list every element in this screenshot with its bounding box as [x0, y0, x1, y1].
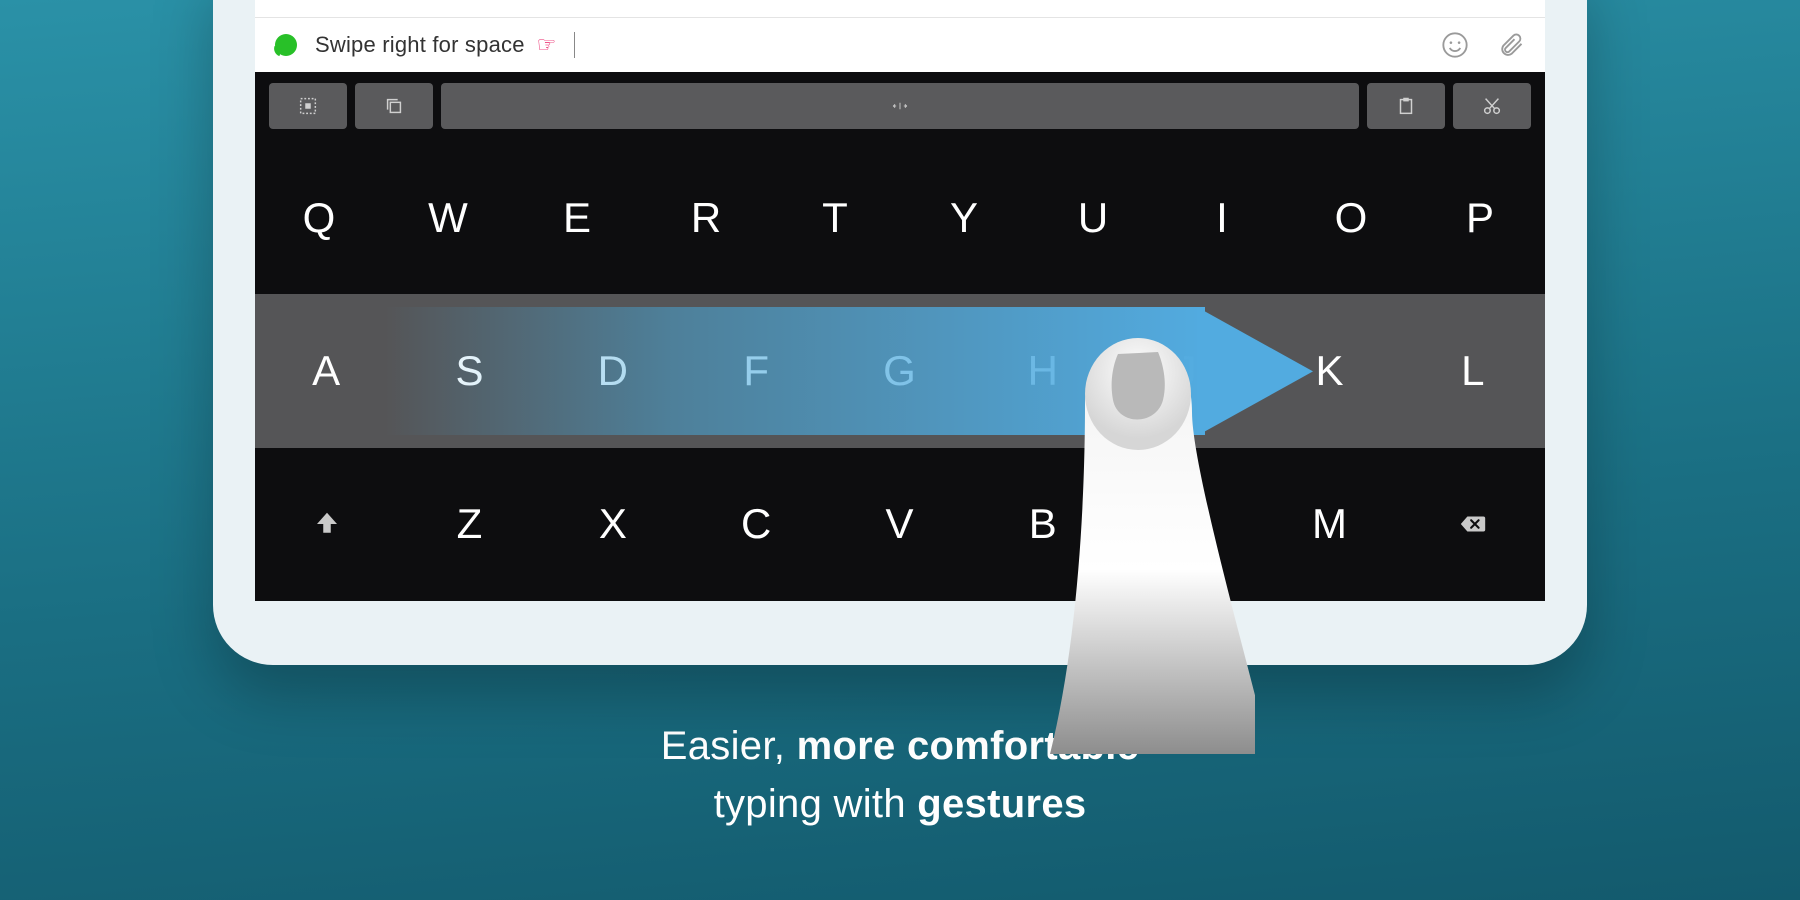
emoji-icon[interactable]	[1441, 31, 1469, 59]
backspace-key[interactable]	[1402, 448, 1545, 601]
paperclip-icon[interactable]	[1497, 31, 1525, 59]
key-p[interactable]: P	[1416, 141, 1545, 294]
paste-button[interactable]	[1367, 83, 1445, 129]
tablet-frame: Swipe right for space ☞	[213, 0, 1587, 665]
key-a[interactable]: A	[255, 294, 398, 447]
key-z[interactable]: Z	[398, 448, 541, 601]
keyboard-toolbar	[255, 72, 1545, 141]
app-content-area	[255, 0, 1545, 17]
key-k[interactable]: K	[1258, 294, 1401, 447]
key-q[interactable]: Q	[255, 141, 384, 294]
key-f[interactable]: F	[685, 294, 828, 447]
key-e[interactable]: E	[513, 141, 642, 294]
cursor-center-button[interactable]	[441, 83, 1359, 129]
key-s[interactable]: S	[398, 294, 541, 447]
key-l[interactable]: L	[1402, 294, 1545, 447]
key-o[interactable]: O	[1287, 141, 1416, 294]
pointing-hand-icon: ☞	[537, 32, 557, 58]
key-row-top: Q W E R T Y U I O P	[255, 141, 1545, 294]
text-cursor	[574, 32, 575, 58]
key-h[interactable]: H	[972, 294, 1115, 447]
screen: Swipe right for space ☞	[255, 0, 1545, 600]
cut-button[interactable]	[1453, 83, 1531, 129]
keyboard: Q W E R T Y U I O P A S D F G	[255, 72, 1545, 601]
key-w[interactable]: W	[384, 141, 513, 294]
copy-button[interactable]	[355, 83, 433, 129]
chat-status-icon	[275, 34, 297, 56]
key-m[interactable]: M	[1258, 448, 1401, 601]
caption-part-2: typing with	[714, 782, 918, 826]
key-d[interactable]: D	[542, 294, 685, 447]
key-row-home: A S D F G H J K L	[255, 294, 1545, 447]
caption-part-1: Easier,	[661, 724, 797, 768]
key-u[interactable]: U	[1029, 141, 1158, 294]
key-t[interactable]: T	[771, 141, 900, 294]
key-r[interactable]: R	[642, 141, 771, 294]
key-y[interactable]: Y	[900, 141, 1029, 294]
key-b[interactable]: B	[972, 448, 1115, 601]
key-v[interactable]: V	[828, 448, 971, 601]
key-j[interactable]: J	[1115, 294, 1258, 447]
key-c[interactable]: C	[685, 448, 828, 601]
shift-key[interactable]	[255, 448, 398, 601]
key-i[interactable]: I	[1158, 141, 1287, 294]
key-g[interactable]: G	[828, 294, 971, 447]
message-input-row: Swipe right for space ☞	[255, 17, 1545, 72]
marketing-caption: Easier, more comfortable typing with ges…	[661, 717, 1139, 833]
key-row-bottom: Z X C V B N M	[255, 448, 1545, 601]
select-all-button[interactable]	[269, 83, 347, 129]
key-n[interactable]: N	[1115, 448, 1258, 601]
input-text[interactable]: Swipe right for space	[315, 32, 525, 58]
caption-bold-2: gestures	[917, 782, 1086, 826]
caption-bold-1: more comfortable	[797, 724, 1140, 768]
key-x[interactable]: X	[542, 448, 685, 601]
